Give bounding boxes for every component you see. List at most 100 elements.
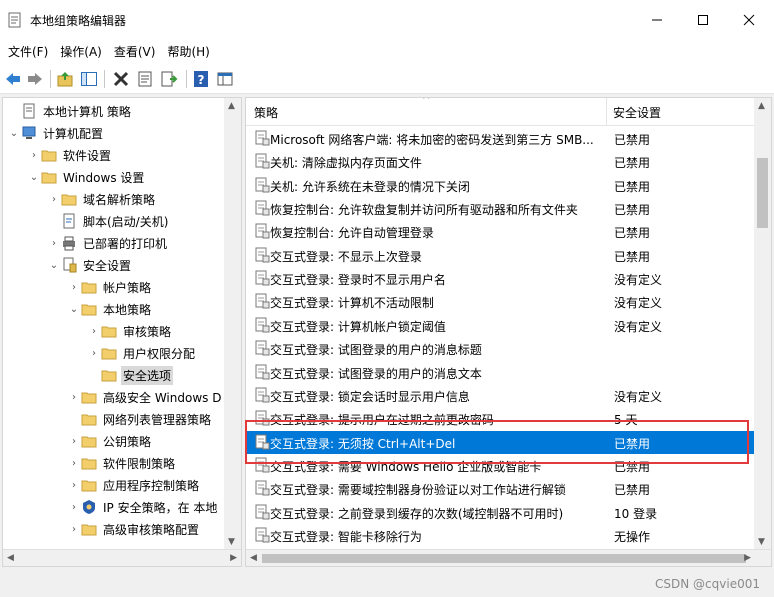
view-button[interactable]	[216, 70, 234, 88]
export-list-button[interactable]	[160, 70, 178, 88]
chevron-down-icon[interactable]: ⌄	[67, 304, 81, 315]
tree-item[interactable]: › 高级审核策略配置	[67, 518, 201, 540]
chevron-right-icon[interactable]: ›	[67, 392, 81, 403]
tree-vertical-scrollbar[interactable]: ▲ ▼	[224, 98, 241, 550]
delete-icon	[113, 71, 129, 87]
policy-row[interactable]: 交互式登录: 提示用户在过期之前更改密码 5 天	[246, 407, 756, 430]
delete-button[interactable]	[112, 70, 130, 88]
policy-row[interactable]: 恢复控制台: 允许软盘复制并访问所有驱动器和所有文件夹 已禁用	[246, 197, 756, 220]
scroll-down-icon[interactable]: ▼	[228, 537, 235, 547]
scroll-left-icon[interactable]: ◀	[7, 553, 14, 563]
tree-item[interactable]: › 帐户策略	[67, 276, 153, 298]
scroll-up-icon[interactable]: ▲	[228, 101, 235, 111]
tree-item[interactable]: › 软件限制策略	[67, 452, 177, 474]
policy-row[interactable]: 交互式登录: 计算机帐户锁定阈值 没有定义	[246, 314, 756, 337]
back-button[interactable]	[4, 70, 22, 88]
chevron-right-icon[interactable]: ›	[67, 436, 81, 447]
forward-button[interactable]	[26, 70, 44, 88]
folder-icon	[61, 194, 77, 206]
tree-item[interactable]: › 用户权限分配	[87, 342, 197, 364]
tree-item[interactable]: › 公钥策略	[67, 430, 153, 452]
policy-setting-icon	[255, 200, 270, 216]
list-vertical-thumb[interactable]	[757, 158, 768, 228]
chevron-right-icon[interactable]: ›	[47, 194, 61, 205]
policy-list[interactable]: 策略 ^ 安全设置 Microsoft 网络客户端: 将未加密的密码发送到第三方…	[245, 97, 772, 567]
chevron-right-icon[interactable]: ›	[27, 150, 41, 161]
help-button[interactable]: ?	[192, 70, 210, 88]
tree-item[interactable]: 脚本(启动/关机)	[47, 210, 170, 232]
properties-button[interactable]	[136, 70, 154, 88]
show-hide-tree-button[interactable]	[80, 70, 98, 88]
up-folder-button[interactable]	[56, 70, 74, 88]
list-horizontal-thumb[interactable]	[262, 554, 746, 563]
tree-item[interactable]: 网络列表管理器策略	[67, 408, 213, 430]
policy-row[interactable]: 关机: 允许系统在未登录的情况下关闭 已禁用	[246, 174, 756, 197]
chevron-right-icon[interactable]: ›	[67, 458, 81, 469]
column-header-setting[interactable]: 安全设置	[613, 104, 661, 121]
tree-item[interactable]: › 应用程序控制策略	[67, 474, 201, 496]
chevron-right-icon[interactable]: ›	[87, 348, 101, 359]
policy-setting-value: 已禁用	[614, 436, 651, 451]
tree-item[interactable]: › 审核策略	[87, 320, 173, 342]
chevron-down-icon[interactable]: ⌄	[47, 260, 61, 271]
policy-row[interactable]: 交互式登录: 之前登录到缓存的次数(域控制器不可用时) 10 登录	[246, 501, 756, 524]
policy-row[interactable]: 交互式登录: 计算机不活动限制 没有定义	[246, 290, 756, 313]
policy-editor-icon	[8, 12, 21, 28]
scroll-up-icon[interactable]: ▲	[758, 101, 765, 111]
chevron-right-icon[interactable]: ›	[67, 282, 81, 293]
policy-row[interactable]: 交互式登录: 智能卡移除行为 无操作	[246, 524, 756, 547]
policy-row[interactable]: Microsoft 网络客户端: 将未加密的密码发送到第三方 SMB... 已禁用	[246, 127, 756, 150]
policy-row[interactable]: 交互式登录: 需要 Windows Hello 企业版或智能卡 已禁用	[246, 454, 756, 477]
scroll-down-icon[interactable]: ▼	[758, 537, 765, 547]
tree-item-label: 域名解析策略	[83, 192, 156, 207]
menu-action[interactable]: 操作(A)	[54, 42, 108, 62]
policy-row[interactable]: 交互式登录: 登录时不显示用户名 没有定义	[246, 267, 756, 290]
list-vertical-scrollbar[interactable]: ▲ ▼	[754, 98, 771, 550]
close-button[interactable]	[726, 0, 772, 40]
chevron-right-icon[interactable]: ›	[67, 480, 81, 491]
chevron-right-icon[interactable]: ›	[47, 238, 61, 249]
scroll-right-icon[interactable]: ▶	[744, 553, 751, 563]
policy-name: 关机: 允许系统在未登录的情况下关闭	[270, 179, 470, 194]
policy-row[interactable]: 交互式登录: 不显示上次登录 已禁用	[246, 244, 756, 267]
column-header-policy[interactable]: 策略	[254, 104, 278, 121]
policy-row[interactable]: 交互式登录: 需要域控制器身份验证以对工作站进行解锁 已禁用	[246, 477, 756, 500]
menu-help[interactable]: 帮助(H)	[161, 42, 215, 62]
policy-row[interactable]: 交互式登录: 无须按 Ctrl+Alt+Del 已禁用	[246, 430, 756, 454]
policy-setting-value: 已禁用	[614, 483, 651, 498]
tree-item[interactable]: ⌄ 安全设置	[47, 254, 133, 276]
tree-item[interactable]: › 高级安全 Windows D	[67, 386, 223, 408]
svg-text:?: ?	[198, 73, 205, 87]
scroll-left-icon[interactable]: ◀	[250, 553, 257, 563]
navigation-tree[interactable]: 本地计算机 策略 ⌄ 计算机配置 › 软件设置 ⌄ Windows 设置 › 域名解析策略脚本(…	[2, 97, 242, 567]
tree-item[interactable]: › IP 安全策略，在 本地	[67, 496, 219, 518]
policy-row[interactable]: 关机: 清除虚拟内存页面文件 已禁用	[246, 150, 756, 173]
minimize-button[interactable]	[634, 0, 680, 40]
tree-item[interactable]: › 已部署的打印机	[47, 232, 169, 254]
menu-file[interactable]: 文件(F)	[2, 42, 54, 62]
policy-row[interactable]: 交互式登录: 试图登录的用户的消息标题	[246, 337, 756, 360]
maximize-button[interactable]	[680, 0, 726, 40]
tree-item[interactable]: › 域名解析策略	[47, 188, 157, 210]
chevron-down-icon[interactable]: ⌄	[27, 172, 41, 183]
tree-item[interactable]: ⌄ Windows 设置	[27, 166, 146, 188]
policy-row[interactable]: 交互式登录: 锁定会话时显示用户信息 没有定义	[246, 384, 756, 407]
tree-item[interactable]: 本地计算机 策略	[7, 100, 133, 122]
policy-row[interactable]: 交互式登录: 试图登录的用户的消息文本	[246, 361, 756, 384]
tree-horizontal-scrollbar[interactable]: ◀ ▶	[3, 549, 241, 566]
tree-item[interactable]: ⌄ 本地策略	[67, 298, 153, 320]
tree-item[interactable]: ⌄ 计算机配置	[7, 122, 105, 144]
properties-icon	[138, 71, 152, 87]
chevron-right-icon[interactable]: ›	[67, 502, 81, 513]
policy-row[interactable]: 恢复控制台: 允许自动管理登录 已禁用	[246, 220, 756, 243]
chevron-right-icon[interactable]: ›	[67, 524, 81, 535]
policy-setting-icon	[255, 410, 270, 426]
scroll-right-icon[interactable]: ▶	[230, 553, 237, 563]
window-title: 本地组策略编辑器	[30, 14, 127, 28]
tree-item[interactable]: › 软件设置	[27, 144, 113, 166]
tree-item[interactable]: 安全选项	[87, 364, 174, 386]
menu-view[interactable]: 查看(V)	[108, 42, 162, 62]
chevron-down-icon[interactable]: ⌄	[7, 128, 21, 139]
chevron-right-icon[interactable]: ›	[87, 326, 101, 337]
list-horizontal-scrollbar[interactable]: ◀ ▶	[246, 549, 771, 566]
